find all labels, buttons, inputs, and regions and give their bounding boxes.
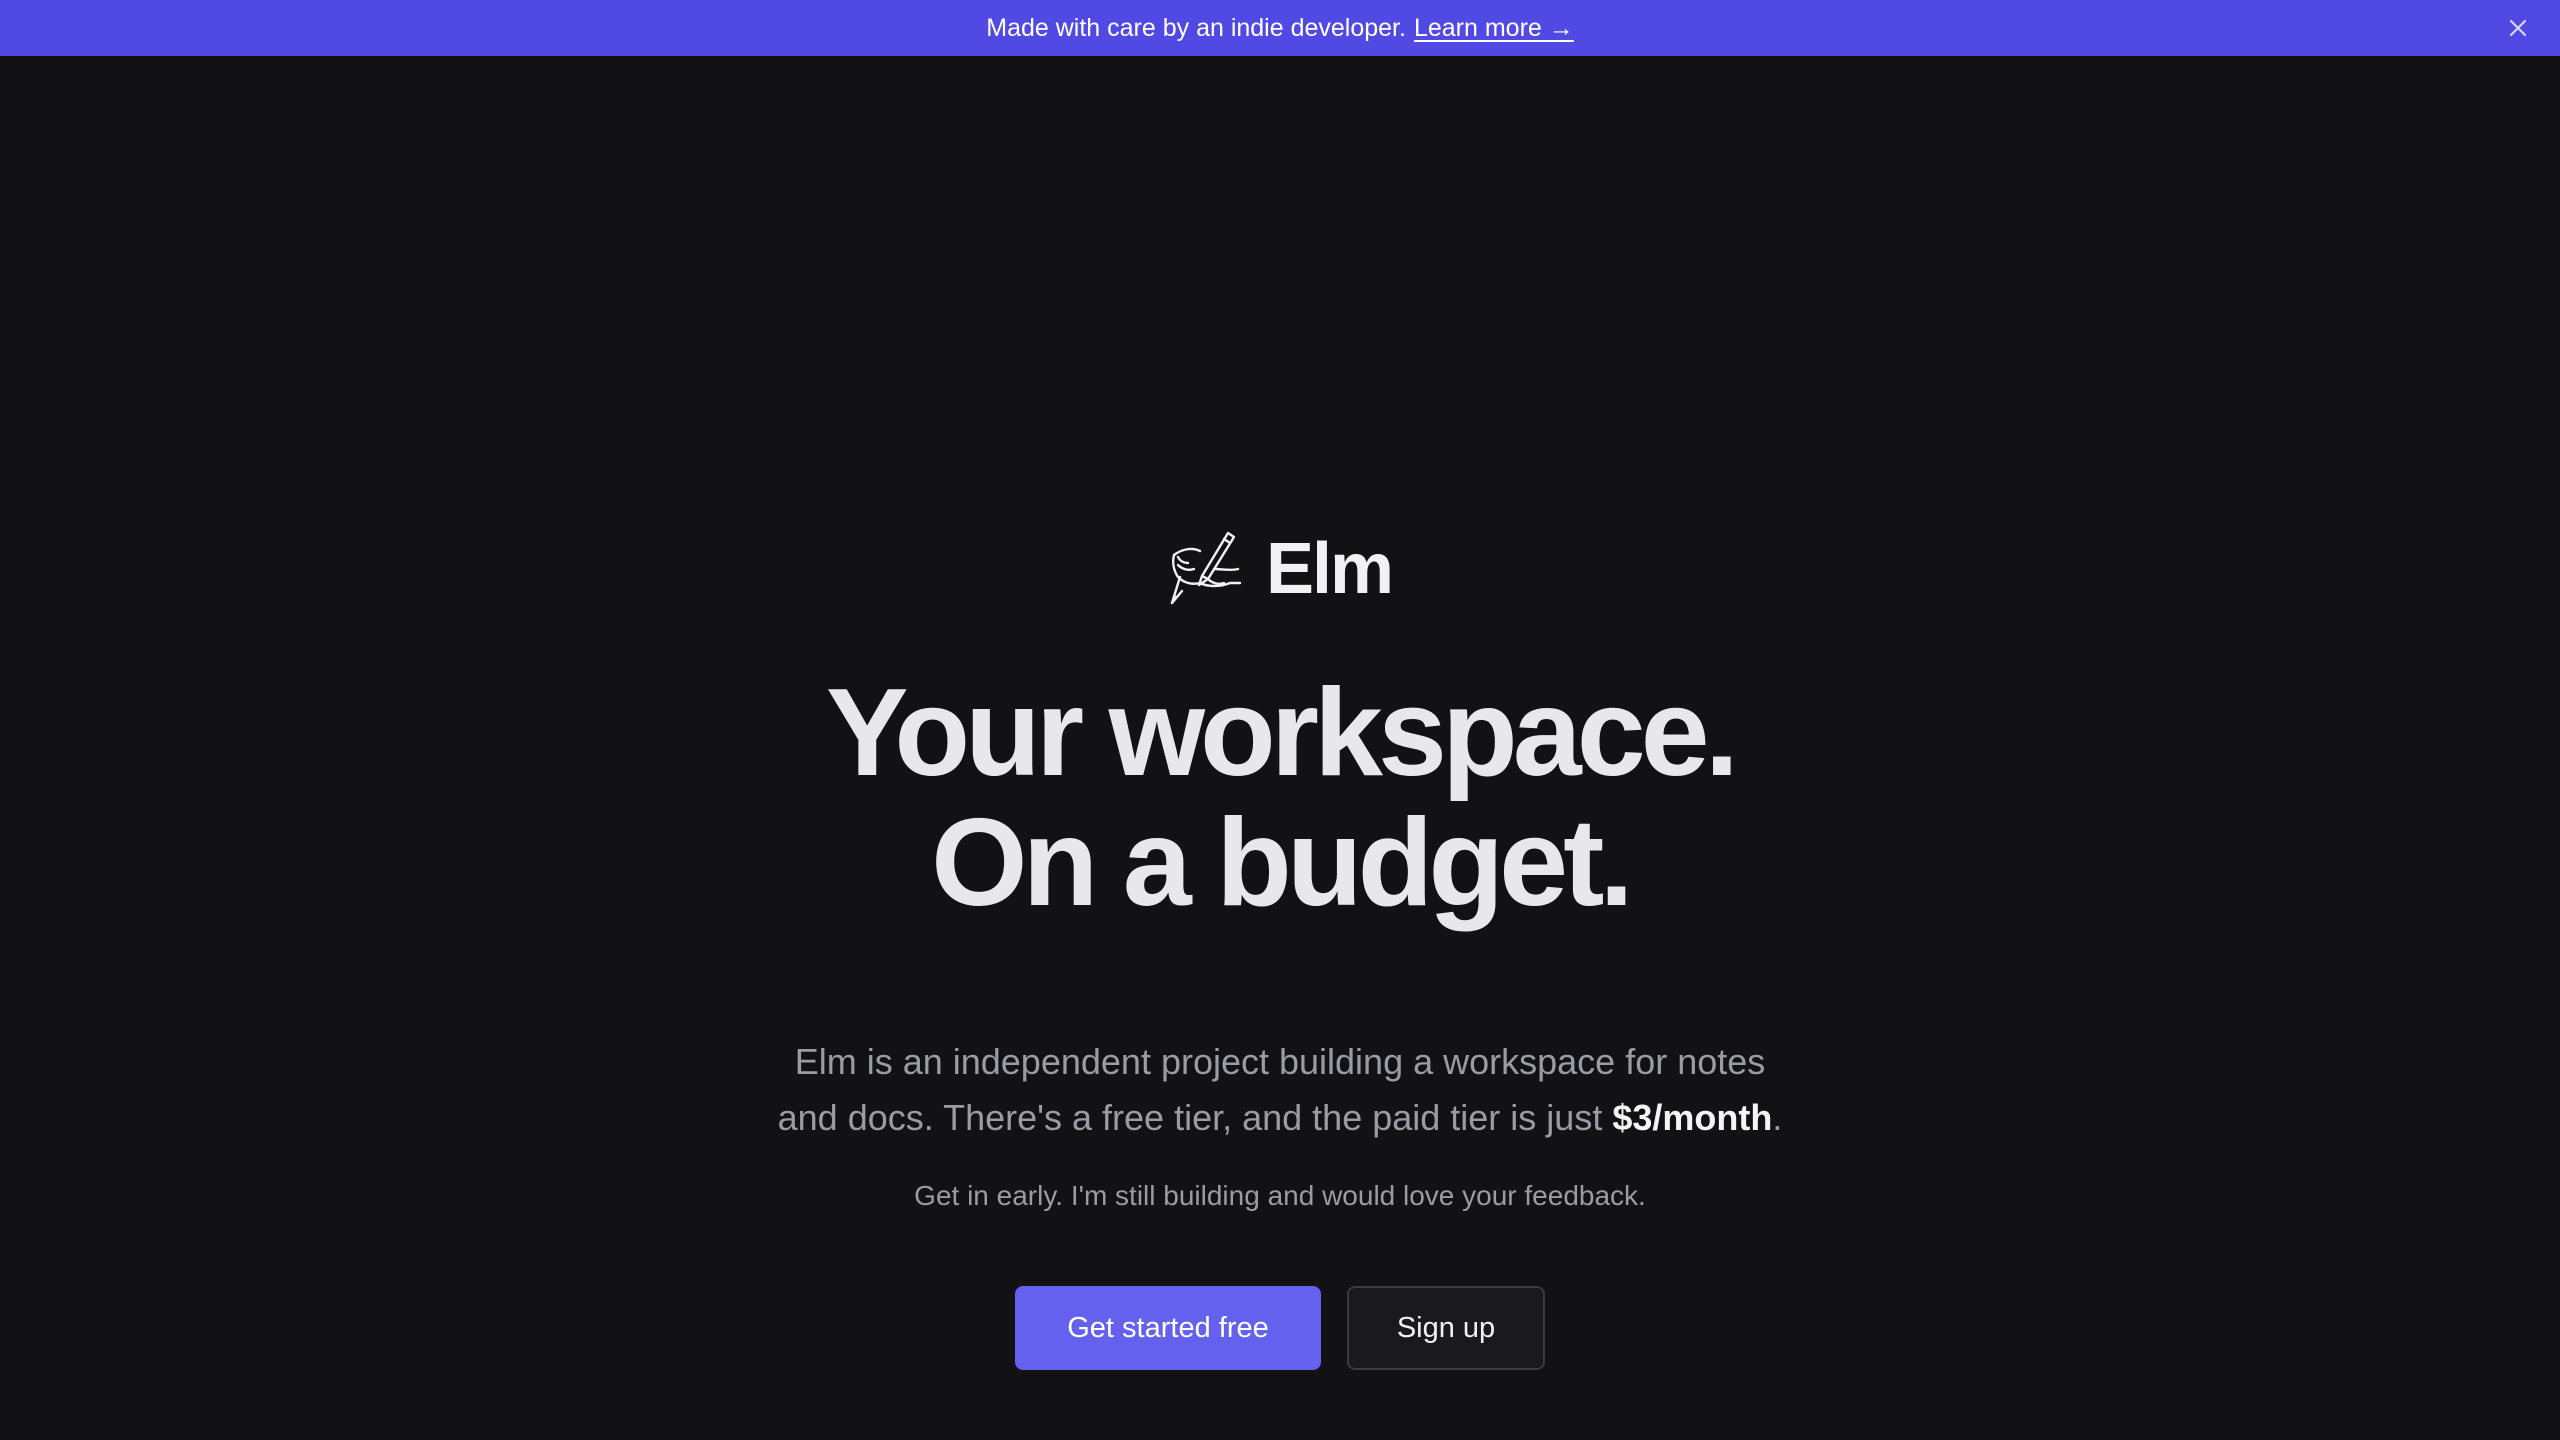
hero-subtitle: Elm is an independent project building a… bbox=[0, 1034, 2560, 1146]
banner-text: Made with care by an indie developer. bbox=[986, 13, 1406, 42]
get-started-button[interactable]: Get started free bbox=[1015, 1286, 1321, 1370]
learn-more-link[interactable]: Learn more → bbox=[1414, 14, 1574, 43]
subtitle-line-1: Elm is an independent project building a… bbox=[794, 1041, 1766, 1082]
headline-line-2: On a budget. bbox=[931, 794, 1634, 932]
close-banner-button[interactable] bbox=[2504, 14, 2532, 42]
hero-note: Get in early. I'm still building and wou… bbox=[914, 1180, 1646, 1211]
writing-hand-icon bbox=[1170, 531, 1242, 605]
announcement-banner: Made with care by an indie developer. Le… bbox=[0, 0, 2560, 56]
brand: Elm bbox=[0, 524, 2560, 614]
sign-up-button[interactable]: Sign up bbox=[1347, 1286, 1545, 1370]
headline-line-1: Your workspace. bbox=[825, 664, 1739, 802]
price-highlight: $3/month bbox=[1612, 1097, 1773, 1138]
subtitle-line-2: and docs. There's a free tier, and the p… bbox=[0, 1090, 2560, 1146]
brand-name: Elm bbox=[1265, 529, 1394, 609]
page-title: Your workspace. On a budget. bbox=[0, 668, 2560, 928]
hero-section: Elm Your workspace. On a budget. Elm is … bbox=[0, 56, 2560, 1440]
subtitle-line-2-text: and docs. There's a free tier, and the p… bbox=[777, 1097, 1613, 1138]
close-icon bbox=[2509, 19, 2527, 37]
cta-group: Get started free Sign up bbox=[0, 1286, 2560, 1370]
subtitle-line-2-end: . bbox=[1772, 1097, 1783, 1138]
